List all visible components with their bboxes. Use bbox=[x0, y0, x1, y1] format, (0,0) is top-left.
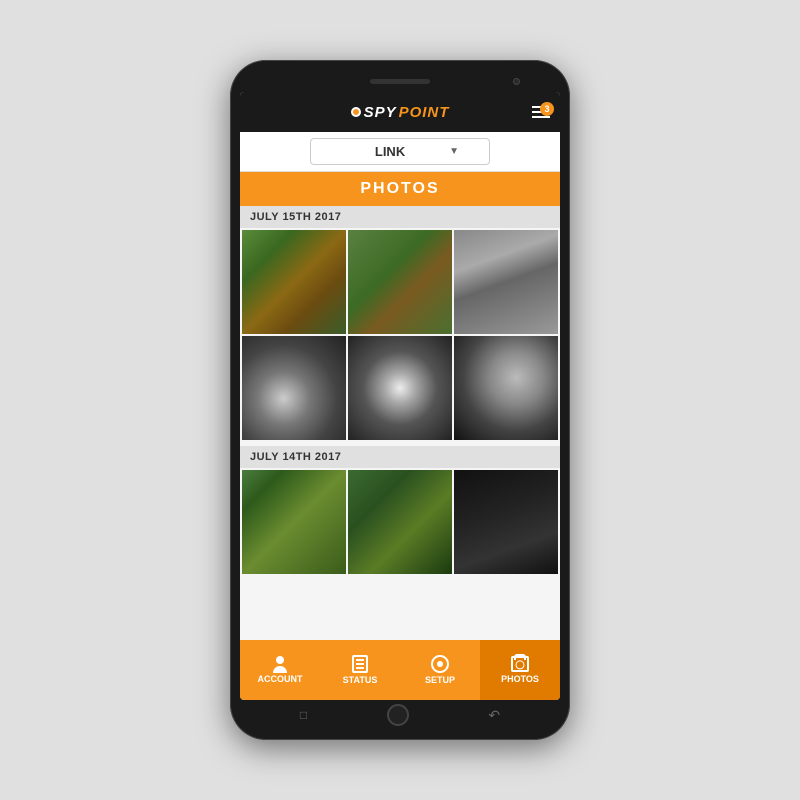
nav-label-setup: Setup bbox=[425, 675, 455, 685]
photo-grid-july15 bbox=[240, 228, 560, 442]
photo-thumb[interactable] bbox=[454, 230, 558, 334]
nav-item-account[interactable]: Account bbox=[240, 640, 320, 700]
setup-icon bbox=[431, 655, 449, 673]
front-camera bbox=[513, 78, 520, 85]
nav-label-photos: Photos bbox=[501, 674, 539, 684]
photos-header: PHOTOS bbox=[240, 172, 560, 206]
photos-title: PHOTOS bbox=[360, 180, 439, 197]
speaker bbox=[370, 79, 430, 84]
logo-dot-icon bbox=[351, 107, 361, 117]
date-label-july14: JULY 14TH 2017 bbox=[240, 446, 560, 468]
chevron-down-icon: ▼ bbox=[449, 146, 459, 157]
status-icon bbox=[352, 655, 368, 673]
nav-label-status: Status bbox=[343, 675, 378, 685]
date-section-july15: JULY 15TH 2017 bbox=[240, 206, 560, 442]
menu-button[interactable]: 3 bbox=[532, 106, 550, 118]
photo-thumb[interactable] bbox=[242, 336, 346, 440]
photo-thumb[interactable] bbox=[242, 230, 346, 334]
bottom-nav: Account Status Setup Photos bbox=[240, 640, 560, 700]
content-area[interactable]: JULY 15TH 2017 bbox=[240, 206, 560, 640]
photos-icon bbox=[511, 656, 529, 672]
home-button[interactable] bbox=[387, 704, 409, 726]
photo-grid-july14 bbox=[240, 468, 560, 576]
photo-thumb[interactable] bbox=[454, 470, 558, 574]
logo-spy-text: SPY bbox=[364, 104, 397, 121]
nav-item-setup[interactable]: Setup bbox=[400, 640, 480, 700]
back-button[interactable]: □ bbox=[300, 708, 307, 722]
recent-button[interactable]: ↶ bbox=[488, 707, 500, 724]
photo-thumb[interactable] bbox=[242, 470, 346, 574]
account-icon bbox=[272, 656, 288, 672]
phone-top-bar bbox=[240, 70, 560, 92]
app-header: SPY POINT 3 bbox=[240, 92, 560, 132]
nav-item-photos[interactable]: Photos bbox=[480, 640, 560, 700]
date-section-july14: JULY 14TH 2017 bbox=[240, 446, 560, 576]
device-selector[interactable]: LINK ▼ bbox=[240, 132, 560, 172]
phone-screen: SPY POINT 3 LINK ▼ PHOTOS bbox=[240, 92, 560, 700]
device-name: LINK bbox=[331, 144, 449, 159]
photo-thumb[interactable] bbox=[454, 336, 558, 440]
phone-bottom-bar: □ ↶ bbox=[240, 700, 560, 730]
photo-thumb[interactable] bbox=[348, 470, 452, 574]
phone-device: SPY POINT 3 LINK ▼ PHOTOS bbox=[230, 60, 570, 740]
device-dropdown[interactable]: LINK ▼ bbox=[310, 138, 490, 165]
date-label-july15: JULY 15TH 2017 bbox=[240, 206, 560, 228]
notification-badge: 3 bbox=[540, 102, 554, 116]
logo-point-text: POINT bbox=[399, 104, 450, 121]
app-logo: SPY POINT bbox=[351, 104, 450, 121]
nav-item-status[interactable]: Status bbox=[320, 640, 400, 700]
photo-thumb[interactable] bbox=[348, 336, 452, 440]
nav-label-account: Account bbox=[258, 674, 303, 684]
photo-thumb[interactable] bbox=[348, 230, 452, 334]
